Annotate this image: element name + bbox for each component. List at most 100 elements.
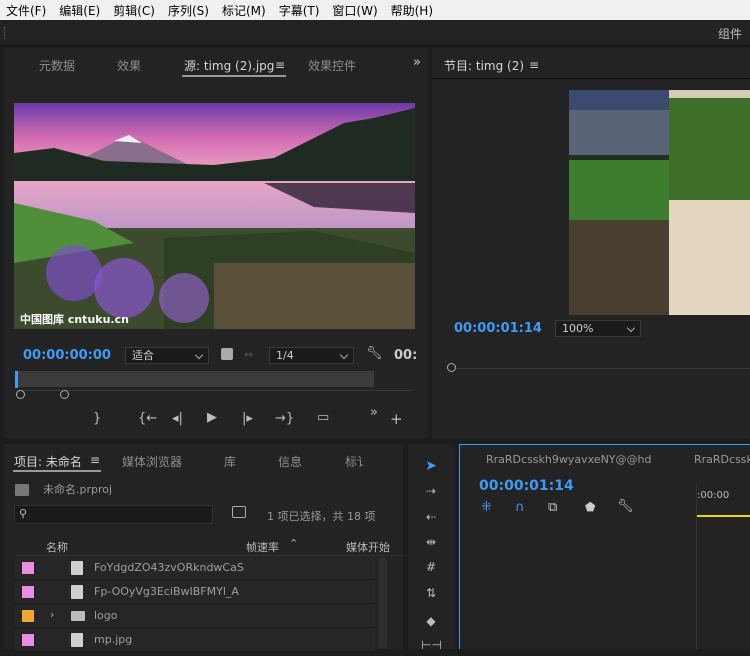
- zoom-handle-right[interactable]: [60, 390, 69, 399]
- tab-metadata[interactable]: 元数据: [39, 57, 75, 74]
- project-panel: 项目: 未命名 ≡ 媒体浏览器 库 信息 标讠 未命名.prproj ⚲ 1 项…: [4, 444, 403, 652]
- tab-effects[interactable]: 效果: [117, 57, 141, 74]
- tab-project[interactable]: 项目: 未命名: [14, 453, 82, 470]
- column-media-start[interactable]: 媒体开始: [346, 539, 390, 555]
- item-name: FoYdgdZO43zvORkndwCaS: [94, 561, 244, 574]
- step-forward-icon[interactable]: |▸: [242, 411, 253, 426]
- label-color-swatch[interactable]: [22, 634, 34, 646]
- razor-tool-icon[interactable]: ◆: [421, 614, 441, 632]
- item-name: mp.jpg: [94, 633, 133, 646]
- step-back-icon[interactable]: ◂|: [172, 411, 183, 426]
- label-color-swatch[interactable]: [22, 610, 34, 622]
- go-to-in-icon[interactable]: {←: [138, 411, 157, 426]
- watermark-text: 中国图库 cntuku.cn: [20, 313, 129, 326]
- menu-marker[interactable]: 标记(M): [222, 2, 266, 19]
- selection-tool-icon[interactable]: ➤: [421, 458, 441, 476]
- expand-chevron-icon[interactable]: ›: [50, 608, 54, 621]
- program-monitor-image: [569, 90, 750, 315]
- image-file-icon: [71, 561, 83, 575]
- menu-help[interactable]: 帮助(H): [391, 2, 433, 19]
- linked-selection-icon[interactable]: ⧉: [548, 500, 557, 515]
- timeline-wrench-icon[interactable]: 🔧︎: [617, 499, 634, 514]
- source-monitor-image: 中国图库 cntuku.cn: [14, 103, 415, 329]
- play-icon[interactable]: ▶: [207, 410, 217, 425]
- program-panel-menu-icon[interactable]: ≡: [529, 58, 539, 72]
- project-tab-underline: [13, 470, 101, 472]
- project-filename: 未命名.prproj: [43, 483, 113, 496]
- insert-icon[interactable]: ▭: [317, 410, 329, 425]
- label-color-swatch[interactable]: [22, 562, 34, 574]
- zoom-dropdown[interactable]: 100%: [555, 320, 641, 337]
- menu-file[interactable]: 文件(F): [6, 2, 46, 19]
- source-panel: 元数据 效果 源: timg (2).jpg ≡ 效果控件 » 中国图库 cnt…: [4, 48, 428, 438]
- program-frame-image: [569, 90, 750, 315]
- timeline-timecode[interactable]: 00:00:01:14: [479, 478, 574, 494]
- panel-menu-icon[interactable]: ≡: [275, 58, 285, 72]
- snap-in-sequence-icon[interactable]: ⁜: [481, 500, 492, 515]
- slip-tool-icon[interactable]: ⇅: [421, 586, 441, 604]
- tab-sequence[interactable]: RraRDcsskh9wyavxeNY@@hd: [486, 453, 651, 466]
- fit-dropdown[interactable]: 适合: [125, 347, 209, 364]
- rate-stretch-tool-icon[interactable]: #: [421, 560, 441, 578]
- snap-magnet-icon[interactable]: ∩: [515, 500, 525, 515]
- resolution-dropdown[interactable]: 1/4: [269, 347, 354, 364]
- program-panel: 节目: timg (2) ≡ 00:00:01:14 100%: [432, 48, 750, 438]
- add-button-icon[interactable]: +: [390, 410, 403, 428]
- project-panel-menu-icon[interactable]: ≡: [90, 453, 100, 467]
- tab-sequence-2[interactable]: RraRDcsskh: [694, 453, 750, 466]
- list-item[interactable]: › logo: [15, 605, 375, 628]
- item-name: logo: [94, 609, 118, 622]
- wrench-icon[interactable]: 🔧︎: [366, 346, 383, 361]
- list-item[interactable]: Fp-OOyVg3EciBwIBFMYl_A: [15, 581, 375, 604]
- tab-underline: [182, 75, 286, 77]
- menu-edit[interactable]: 编辑(E): [59, 2, 100, 19]
- bin-icon[interactable]: [232, 506, 246, 518]
- menu-bar: 文件(F) 编辑(E) 剪辑(C) 序列(S) 标记(M) 字幕(T) 窗口(W…: [0, 0, 750, 20]
- go-to-out-icon[interactable]: →}: [275, 411, 294, 426]
- tab-program[interactable]: 节目: timg (2): [444, 57, 524, 74]
- program-zoom-track: [450, 368, 750, 369]
- tab-effect-controls[interactable]: 效果控件: [308, 57, 356, 74]
- project-scrollbar[interactable]: [378, 557, 387, 649]
- menu-sequence[interactable]: 序列(S): [168, 2, 209, 19]
- search-input[interactable]: ⚲: [14, 505, 213, 524]
- tab-libraries[interactable]: 库: [224, 453, 236, 470]
- slide-tool-icon[interactable]: ⊢⊣: [421, 638, 442, 656]
- tab-source[interactable]: 源: timg (2).jpg: [184, 57, 274, 74]
- mark-out-icon[interactable]: }: [93, 411, 101, 426]
- track-select-tool-icon[interactable]: ⇢: [421, 484, 441, 502]
- source-timecode[interactable]: 00:00:00:00: [23, 348, 111, 363]
- source-playhead[interactable]: [15, 371, 18, 388]
- rolling-edit-tool-icon[interactable]: ⇹: [421, 535, 441, 553]
- workspace-bar: 组件: [0, 20, 750, 46]
- workspace-assembly[interactable]: 组件: [718, 25, 742, 42]
- menu-clip[interactable]: 剪辑(C): [113, 2, 155, 19]
- duration-timecode: 00:: [394, 348, 418, 363]
- overflow-icon[interactable]: »: [413, 55, 421, 70]
- search-icon: ⚲: [19, 507, 28, 520]
- menu-window[interactable]: 窗口(W): [332, 2, 377, 19]
- folder-icon: [71, 611, 85, 621]
- label-color-swatch[interactable]: [22, 586, 34, 598]
- list-item[interactable]: FoYdgdZO43zvORkndwCaS: [15, 557, 375, 580]
- selection-status: 1 项已选择，共 18 项: [267, 510, 376, 523]
- column-name[interactable]: 名称: [46, 539, 68, 555]
- tab-media-browser[interactable]: 媒体浏览器: [122, 453, 182, 470]
- ripple-edit-tool-icon[interactable]: ⇠: [421, 510, 441, 528]
- controls-overflow-icon[interactable]: »: [370, 405, 378, 420]
- settings-small-icon[interactable]: [221, 348, 233, 360]
- program-zoom-handle[interactable]: [447, 363, 456, 372]
- tab-info[interactable]: 信息: [278, 453, 302, 470]
- item-name: Fp-OOyVg3EciBwIBFMYl_A: [94, 585, 239, 598]
- source-scrubber[interactable]: [16, 371, 374, 387]
- program-timecode[interactable]: 00:00:01:14: [454, 321, 542, 336]
- zoom-handle-left[interactable]: [16, 390, 25, 399]
- sort-ascending-icon[interactable]: ⌃: [289, 537, 298, 550]
- timeline-panel: RraRDcsskh9wyavxeNY@@hd RraRDcsskh 00:00…: [459, 444, 750, 650]
- column-frame-rate[interactable]: 帧速率: [246, 539, 279, 555]
- work-area-bar[interactable]: [697, 515, 750, 517]
- column-header-row: 名称 帧速率 ⌃ 媒体开始: [15, 536, 403, 556]
- tab-markers[interactable]: 标讠: [345, 453, 369, 470]
- menu-title[interactable]: 字幕(T): [279, 2, 320, 19]
- add-marker-icon[interactable]: ⬟: [585, 500, 595, 514]
